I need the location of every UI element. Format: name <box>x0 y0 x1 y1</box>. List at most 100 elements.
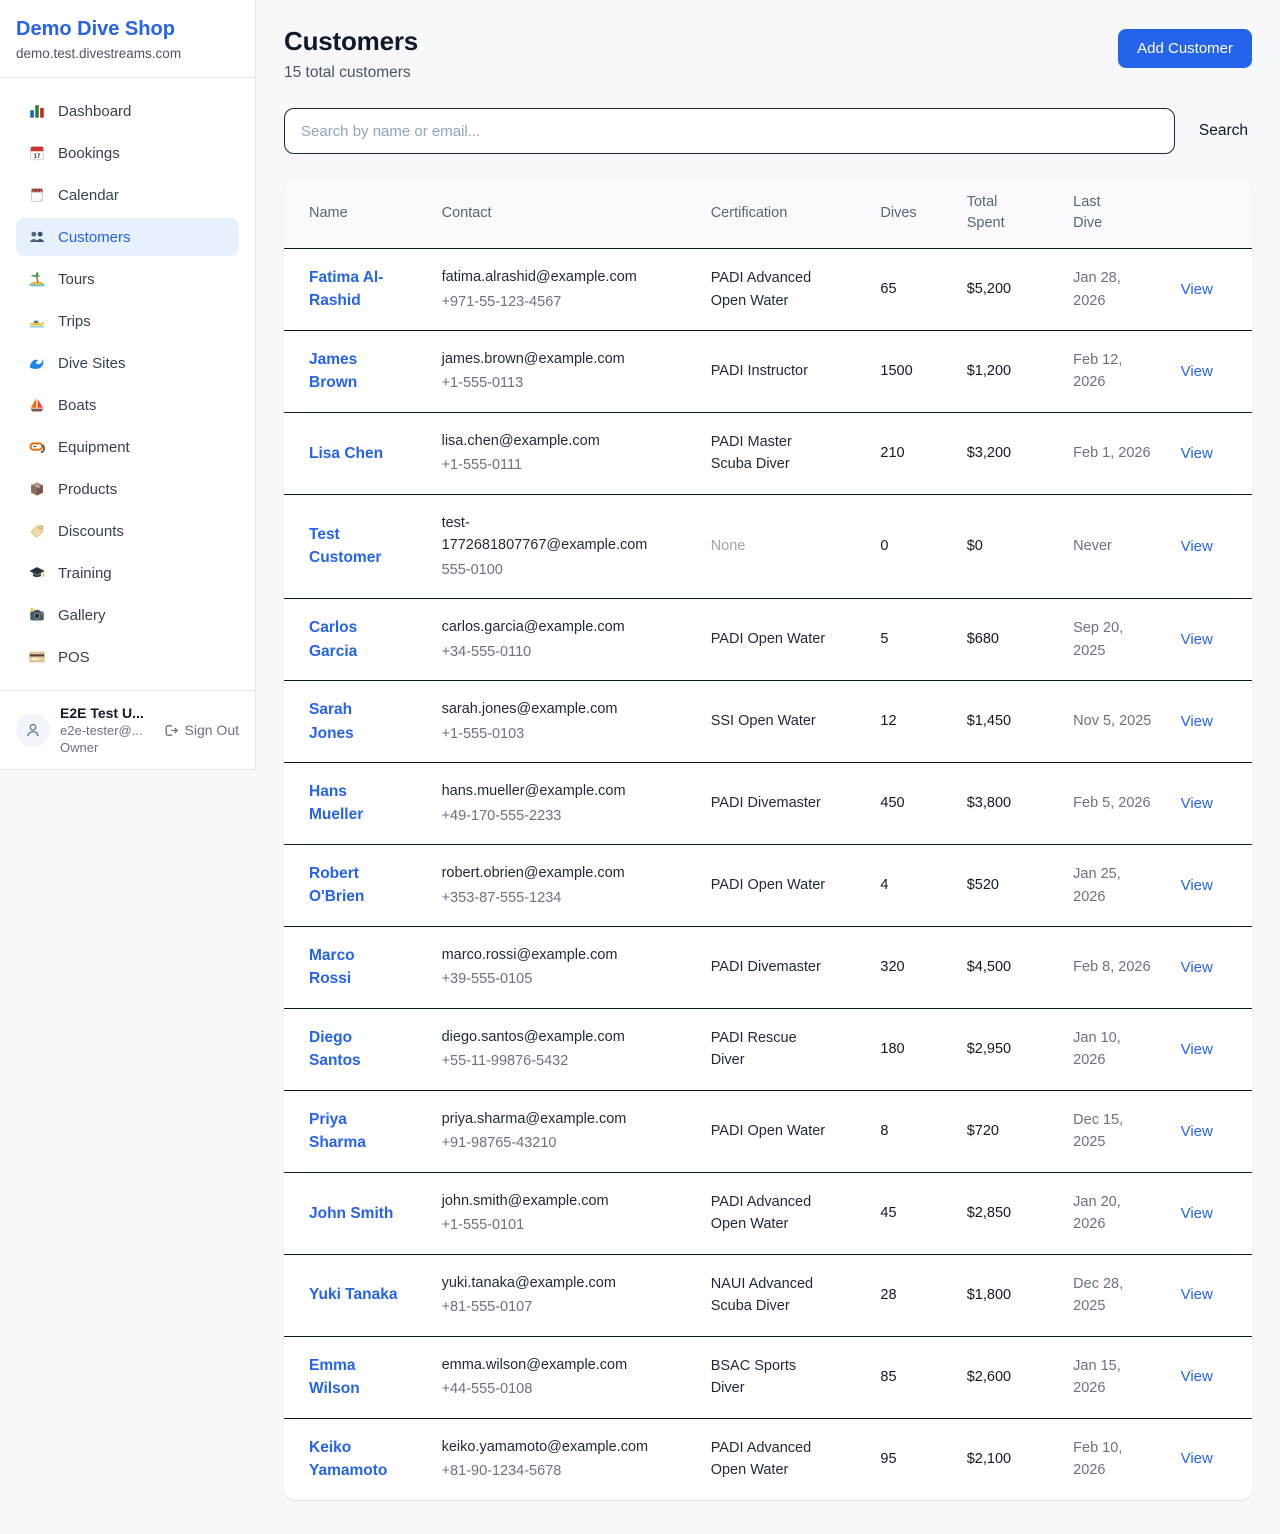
customer-dives: 450 <box>880 795 904 811</box>
sidebar-item-gallery[interactable]: Gallery <box>16 596 239 634</box>
sidebar-nav: Dashboard 17 Bookings Calendar Customers… <box>0 78 255 690</box>
total-customers-count: 15 total customers <box>284 64 418 82</box>
customer-name-link[interactable]: Hans Mueller <box>309 780 399 827</box>
customer-last-dive: Jan 15, 2026 <box>1073 1355 1156 1400</box>
customer-last-dive: Feb 10, 2026 <box>1073 1437 1156 1482</box>
view-customer-link[interactable]: View <box>1181 1450 1213 1467</box>
pos-icon <box>28 648 46 666</box>
table-row: Robert O'Brien robert.obrien@example.com… <box>284 845 1252 927</box>
customer-last-dive: Dec 28, 2025 <box>1073 1273 1156 1318</box>
sidebar-item-label: Equipment <box>58 439 130 456</box>
customer-email: sarah.jones@example.com <box>442 698 638 720</box>
customer-phone: +1-555-0101 <box>442 1214 687 1236</box>
view-customer-link[interactable]: View <box>1181 795 1213 812</box>
customer-phone: +91-98765-43210 <box>442 1132 687 1154</box>
sign-out-button[interactable]: Sign Out <box>162 722 239 739</box>
customer-total-spent: $3,200 <box>967 445 1011 461</box>
column-header-total-spent: Total Spent <box>955 178 1061 249</box>
customer-email: keiko.yamamoto@example.com <box>442 1436 638 1458</box>
customer-last-dive: Jan 28, 2026 <box>1073 267 1156 312</box>
user-meta: E2E Test U... e2e-tester@... Owner <box>60 705 144 755</box>
customer-name-link[interactable]: Fatima Al-Rashid <box>309 266 399 313</box>
customer-total-spent: $520 <box>967 877 999 893</box>
view-customer-link[interactable]: View <box>1181 713 1213 730</box>
user-role: Owner <box>60 740 144 755</box>
customer-name-link[interactable]: Diego Santos <box>309 1026 399 1073</box>
table-row: Priya Sharma priya.sharma@example.com +9… <box>284 1090 1252 1172</box>
customer-name-link[interactable]: Marco Rossi <box>309 944 399 991</box>
customer-name-link[interactable]: Yuki Tanaka <box>309 1283 397 1306</box>
view-customer-link[interactable]: View <box>1181 1123 1213 1140</box>
column-header-certification: Certification <box>699 178 869 249</box>
dashboard-icon <box>28 102 46 120</box>
view-customer-link[interactable]: View <box>1181 281 1213 298</box>
view-customer-link[interactable]: View <box>1181 538 1213 555</box>
customer-name-link[interactable]: Carlos Garcia <box>309 616 399 663</box>
customer-dives: 45 <box>880 1205 896 1221</box>
sidebar-item-equipment[interactable]: Equipment <box>16 428 239 466</box>
sidebar-item-trips[interactable]: Trips <box>16 302 239 340</box>
table-row: Sarah Jones sarah.jones@example.com +1-5… <box>284 681 1252 763</box>
table-row: Carlos Garcia carlos.garcia@example.com … <box>284 599 1252 681</box>
sidebar-item-bookings[interactable]: 17 Bookings <box>16 134 239 172</box>
bookings-icon: 17 <box>28 144 46 162</box>
view-customer-link[interactable]: View <box>1181 1368 1213 1385</box>
table-row: Marco Rossi marco.rossi@example.com +39-… <box>284 927 1252 1009</box>
sidebar-item-discounts[interactable]: Discounts <box>16 512 239 550</box>
table-row: Keiko Yamamoto keiko.yamamoto@example.co… <box>284 1418 1252 1499</box>
customer-name-link[interactable]: Keiko Yamamoto <box>309 1436 399 1483</box>
customer-certification: PADI Advanced Open Water <box>711 267 829 312</box>
sidebar-item-dive-sites[interactable]: Dive Sites <box>16 344 239 382</box>
sidebar-item-training[interactable]: Training <box>16 554 239 592</box>
search-input[interactable] <box>284 108 1175 154</box>
view-customer-link[interactable]: View <box>1181 1041 1213 1058</box>
sidebar-item-label: Products <box>58 481 117 498</box>
table-row: Lisa Chen lisa.chen@example.com +1-555-0… <box>284 412 1252 494</box>
customer-last-dive: Sep 20, 2025 <box>1073 617 1156 662</box>
search-button[interactable]: Search <box>1195 114 1252 148</box>
customer-email: marco.rossi@example.com <box>442 944 638 966</box>
customer-name-link[interactable]: Sarah Jones <box>309 698 399 745</box>
customer-certification: PADI Instructor <box>711 360 808 382</box>
sidebar-item-tours[interactable]: Tours <box>16 260 239 298</box>
customer-total-spent: $2,950 <box>967 1041 1011 1057</box>
customer-certification: PADI Master Scuba Diver <box>711 431 829 476</box>
user-email: e2e-tester@... <box>60 723 144 738</box>
view-customer-link[interactable]: View <box>1181 631 1213 648</box>
customer-dives: 180 <box>880 1041 904 1057</box>
sidebar-item-calendar[interactable]: Calendar <box>16 176 239 214</box>
customer-phone: +39-555-0105 <box>442 968 687 990</box>
customer-name-link[interactable]: Lisa Chen <box>309 442 383 465</box>
customer-name-link[interactable]: Test Customer <box>309 523 399 570</box>
view-customer-link[interactable]: View <box>1181 1286 1213 1303</box>
customer-name-link[interactable]: Priya Sharma <box>309 1108 399 1155</box>
sidebar-item-products[interactable]: Products <box>16 470 239 508</box>
add-customer-button[interactable]: Add Customer <box>1118 29 1252 68</box>
column-header-name: Name <box>284 178 430 249</box>
user-icon <box>24 721 42 739</box>
view-customer-link[interactable]: View <box>1181 1205 1213 1222</box>
view-customer-link[interactable]: View <box>1181 363 1213 380</box>
customer-certification: SSI Open Water <box>711 710 816 732</box>
view-customer-link[interactable]: View <box>1181 959 1213 976</box>
customer-email: hans.mueller@example.com <box>442 780 638 802</box>
customer-name-link[interactable]: Emma Wilson <box>309 1354 399 1401</box>
customer-email: james.brown@example.com <box>442 348 638 370</box>
table-row: John Smith john.smith@example.com +1-555… <box>284 1172 1252 1254</box>
customer-name-link[interactable]: James Brown <box>309 348 399 395</box>
training-icon <box>28 564 46 582</box>
customer-last-dive: Feb 5, 2026 <box>1073 792 1150 814</box>
customer-total-spent: $2,600 <box>967 1369 1011 1385</box>
sidebar-item-label: POS <box>58 649 90 666</box>
customer-name-link[interactable]: Robert O'Brien <box>309 862 399 909</box>
customer-certification: PADI Open Water <box>711 874 825 896</box>
view-customer-link[interactable]: View <box>1181 445 1213 462</box>
sidebar-item-dashboard[interactable]: Dashboard <box>16 92 239 130</box>
sidebar-item-customers[interactable]: Customers <box>16 218 239 256</box>
sidebar-item-label: Tours <box>58 271 95 288</box>
sidebar-item-boats[interactable]: Boats <box>16 386 239 424</box>
customer-dives: 210 <box>880 445 904 461</box>
customer-name-link[interactable]: John Smith <box>309 1202 393 1225</box>
sidebar-item-pos[interactable]: POS <box>16 638 239 676</box>
view-customer-link[interactable]: View <box>1181 877 1213 894</box>
